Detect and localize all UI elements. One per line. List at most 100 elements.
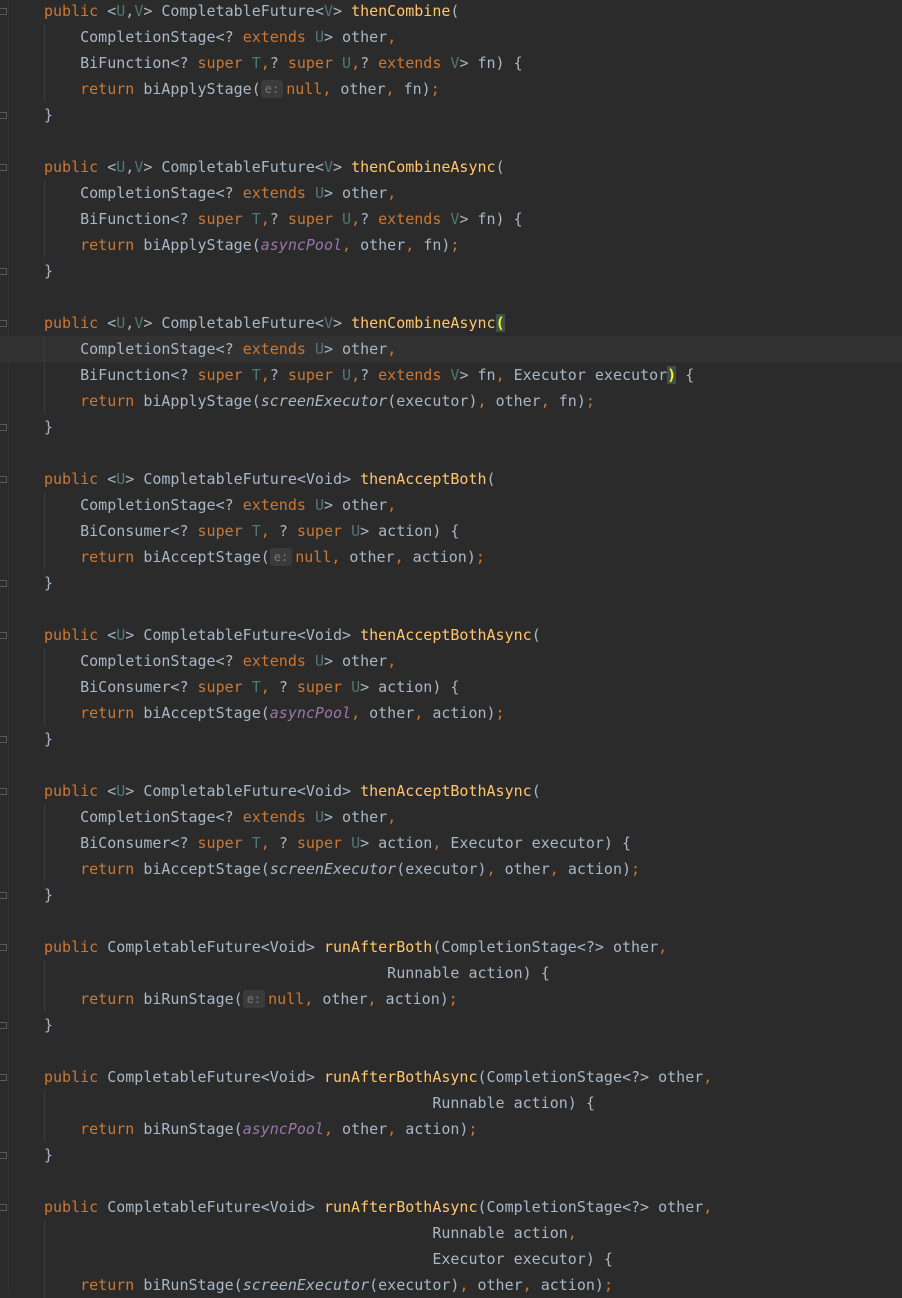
code-line[interactable]: [0, 128, 902, 154]
code-line[interactable]: return biRunStage(asyncPool, other, acti…: [0, 1116, 902, 1142]
fold-marker-icon[interactable]: [0, 892, 7, 899]
code-line[interactable]: return biAcceptStage(e: null, other, acti…: [0, 544, 902, 570]
type-param-token: U: [314, 496, 324, 514]
code-token: Runnable action) {: [44, 1094, 595, 1112]
fold-marker-icon[interactable]: [0, 632, 7, 639]
type-param-token: U: [116, 782, 126, 800]
fold-marker-icon[interactable]: [0, 736, 7, 743]
keyword-token: extends: [378, 210, 451, 228]
fold-marker-icon[interactable]: [0, 268, 7, 275]
keyword-token: extends: [378, 54, 451, 72]
code-line[interactable]: }: [0, 1012, 902, 1038]
fold-marker-icon[interactable]: [0, 424, 7, 431]
method-name-token: thenCombineAsync: [351, 158, 496, 176]
indent-guide: [44, 180, 45, 258]
fold-marker-icon[interactable]: [0, 1204, 7, 1211]
code-text: public <U> CompletableFuture<Void> thenA…: [44, 622, 541, 648]
keyword-token: ;: [495, 704, 505, 722]
keyword-token: ,: [342, 236, 361, 254]
code-line[interactable]: [0, 284, 902, 310]
code-line[interactable]: public <U,V> CompletableFuture<V> thenCo…: [0, 0, 902, 24]
keyword-token: extends: [378, 366, 451, 384]
keyword-token: return: [80, 860, 144, 878]
code-line[interactable]: BiConsumer<? super T, ? super U> action)…: [0, 674, 902, 700]
code-token: BiFunction<?: [44, 54, 198, 72]
fold-marker-icon[interactable]: [0, 944, 7, 951]
code-text: CompletionStage<? extends U> other,: [44, 24, 396, 50]
code-line[interactable]: Runnable action) {: [0, 1090, 902, 1116]
code-line[interactable]: BiConsumer<? super T, ? super U> action)…: [0, 518, 902, 544]
code-text: public <U> CompletableFuture<Void> thenA…: [44, 778, 541, 804]
code-line[interactable]: }: [0, 1142, 902, 1168]
code-line[interactable]: return biAcceptStage(screenExecutor(exec…: [0, 856, 902, 882]
keyword-token: ,: [387, 1120, 406, 1138]
code-token: other: [495, 392, 541, 410]
code-token: other: [340, 80, 386, 98]
code-line[interactable]: }: [0, 102, 902, 128]
code-line[interactable]: Runnable action,: [0, 1220, 902, 1246]
keyword-token: public: [44, 2, 108, 20]
code-line[interactable]: BiConsumer<? super T, ? super U> action,…: [0, 830, 902, 856]
code-line[interactable]: }: [0, 882, 902, 908]
code-line[interactable]: return biApplyStage(e: null, other, fn);: [0, 76, 902, 102]
code-line[interactable]: [0, 440, 902, 466]
fold-marker-icon[interactable]: [0, 8, 7, 15]
code-line[interactable]: public CompletableFuture<Void> runAfterB…: [0, 1194, 902, 1220]
fold-marker-icon[interactable]: [0, 1152, 7, 1159]
code-line[interactable]: public <U,V> CompletableFuture<V> thenCo…: [0, 310, 902, 336]
method-name-token: runAfterBothAsync: [323, 1068, 478, 1086]
code-line[interactable]: [0, 1038, 902, 1064]
code-line[interactable]: return biApplyStage(screenExecutor(execu…: [0, 388, 902, 414]
fold-marker-icon[interactable]: [0, 476, 7, 483]
code-line[interactable]: return biApplyStage(asyncPool, other, fn…: [0, 232, 902, 258]
code-line[interactable]: [0, 752, 902, 778]
code-editor[interactable]: public <U,V> CompletableFuture<V> thenCo…: [0, 0, 902, 1298]
code-text: return biAcceptStage(screenExecutor(exec…: [44, 856, 640, 882]
code-line[interactable]: BiFunction<? super T,? super U,? extends…: [0, 50, 902, 76]
code-line[interactable]: CompletionStage<? extends U> other,: [0, 24, 902, 50]
code-line[interactable]: public <U> CompletableFuture<Void> thenA…: [0, 778, 902, 804]
fold-marker-icon[interactable]: [0, 320, 7, 327]
type-param-token: U: [116, 626, 126, 644]
code-line[interactable]: CompletionStage<? extends U> other,: [0, 648, 902, 674]
code-token: ,: [125, 158, 135, 176]
code-line[interactable]: Executor executor) {: [0, 1246, 902, 1272]
fold-marker-icon[interactable]: [0, 1022, 7, 1029]
code-token: BiFunction<?: [44, 366, 198, 384]
keyword-token: return: [80, 80, 144, 98]
code-token: <: [107, 314, 117, 332]
code-line[interactable]: [0, 1168, 902, 1194]
code-line[interactable]: return biAcceptStage(asyncPool, other, a…: [0, 700, 902, 726]
code-line[interactable]: CompletionStage<? extends U> other,: [0, 804, 902, 830]
code-line[interactable]: BiFunction<? super T,? super U,? extends…: [0, 362, 902, 388]
code-line[interactable]: }: [0, 570, 902, 596]
code-token: BiConsumer<?: [44, 678, 198, 696]
code-line[interactable]: }: [0, 414, 902, 440]
code-line[interactable]: [0, 908, 902, 934]
code-line[interactable]: CompletionStage<? extends U> other,: [0, 336, 902, 362]
code-line[interactable]: BiFunction<? super T,? super U,? extends…: [0, 206, 902, 232]
type-param-token: U: [314, 184, 324, 202]
code-line[interactable]: }: [0, 258, 902, 284]
fold-marker-icon[interactable]: [0, 580, 7, 587]
code-line[interactable]: public <U> CompletableFuture<Void> thenA…: [0, 466, 902, 492]
keyword-token: extends: [242, 340, 315, 358]
fold-marker-icon[interactable]: [0, 112, 7, 119]
keyword-token: super: [287, 366, 343, 384]
method-name-token: runAfterBoth: [323, 938, 433, 956]
code-line[interactable]: public <U> CompletableFuture<Void> thenA…: [0, 622, 902, 648]
keyword-token: null: [286, 80, 323, 98]
code-line[interactable]: Runnable action) {: [0, 960, 902, 986]
code-line[interactable]: CompletionStage<? extends U> other,: [0, 492, 902, 518]
fold-marker-icon[interactable]: [0, 164, 7, 171]
fold-marker-icon[interactable]: [0, 1074, 7, 1081]
fold-marker-icon[interactable]: [0, 788, 7, 795]
code-line[interactable]: public <U,V> CompletableFuture<V> thenCo…: [0, 154, 902, 180]
code-line[interactable]: public CompletableFuture<Void> runAfterB…: [0, 934, 902, 960]
code-line[interactable]: public CompletableFuture<Void> runAfterB…: [0, 1064, 902, 1090]
code-line[interactable]: return biRunStage(e: null, other, action)…: [0, 986, 902, 1012]
code-line[interactable]: return biRunStage(screenExecutor(executo…: [0, 1272, 902, 1298]
code-line[interactable]: }: [0, 726, 902, 752]
code-line[interactable]: CompletionStage<? extends U> other,: [0, 180, 902, 206]
code-line[interactable]: [0, 596, 902, 622]
